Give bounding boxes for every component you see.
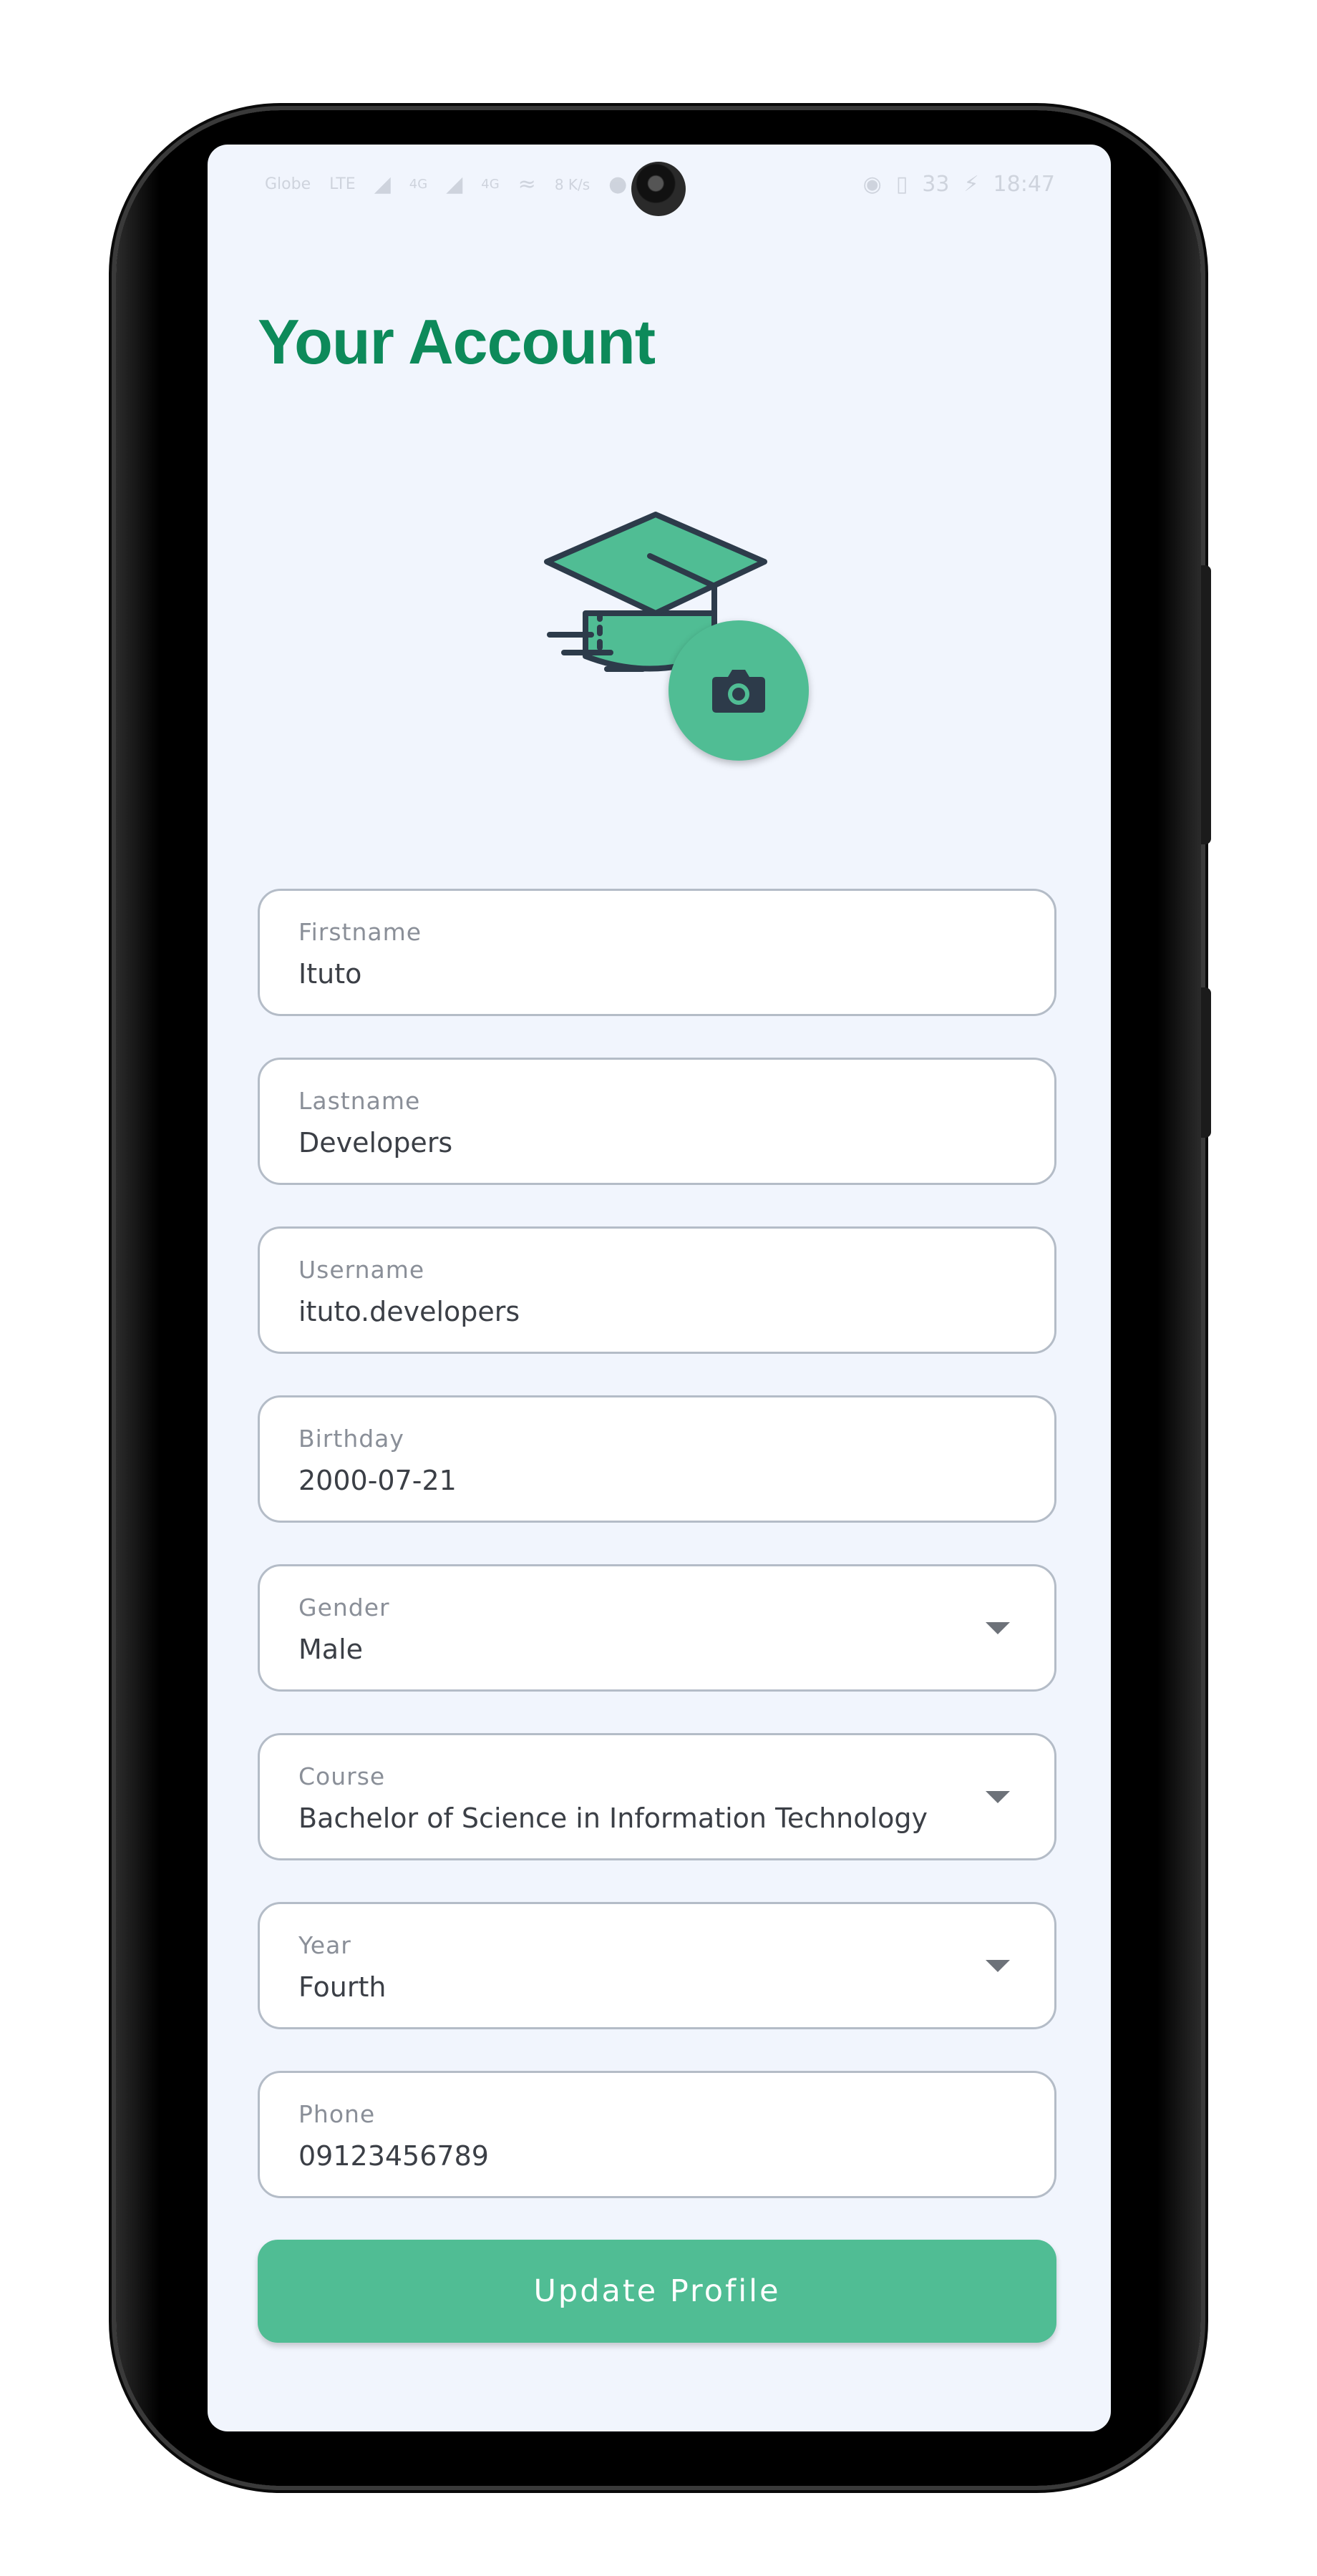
gender-select[interactable]: Gender Male <box>258 1564 1056 1692</box>
year-label: Year <box>298 1931 351 1959</box>
dropdown-arrow-icon[interactable] <box>986 1960 1010 1972</box>
change-photo-button[interactable] <box>669 620 809 761</box>
dropdown-arrow-icon[interactable] <box>986 1791 1010 1803</box>
username-field[interactable]: Username ituto.developers <box>258 1226 1056 1354</box>
username-value: ituto.developers <box>298 1296 520 1327</box>
network-label: LTE <box>329 175 356 193</box>
signal-label: 4G <box>481 177 500 192</box>
lastname-label: Lastname <box>298 1087 421 1115</box>
camera-icon <box>712 670 765 713</box>
signal-icon: ◢ <box>374 172 391 197</box>
messenger-icon: ● <box>608 172 628 197</box>
wifi-icon: ≈ <box>517 172 536 197</box>
birthday-value: 2000-07-21 <box>298 1465 457 1496</box>
eye-icon: ◉ <box>862 172 882 197</box>
lastname-field[interactable]: Lastname Developers <box>258 1058 1056 1185</box>
signal-icon: ◢ <box>446 172 463 197</box>
firstname-value: Ituto <box>298 958 362 990</box>
front-camera <box>631 162 686 216</box>
course-label: Course <box>298 1762 386 1790</box>
battery-label: 33 <box>922 172 950 197</box>
phone-label: Phone <box>298 2100 376 2128</box>
carrier-label: Globe <box>265 175 311 193</box>
lastname-value: Developers <box>298 1127 453 1158</box>
clock-label: 18:47 <box>993 172 1055 197</box>
update-profile-button[interactable]: Update Profile <box>258 2240 1056 2343</box>
volume-button <box>1201 565 1211 844</box>
firstname-label: Firstname <box>298 918 422 946</box>
year-value: Fourth <box>298 1971 387 2003</box>
battery-icon: ⚡ <box>963 172 979 197</box>
page-title: Your Account <box>258 306 656 377</box>
phone-value: 09123456789 <box>298 2140 489 2172</box>
update-profile-label: Update Profile <box>533 2273 781 2309</box>
power-button <box>1201 987 1211 1138</box>
username-label: Username <box>298 1256 425 1284</box>
signal-label: 4G <box>409 177 428 192</box>
course-select[interactable]: Course Bachelor of Science in Informatio… <box>258 1733 1056 1860</box>
phone-field[interactable]: Phone 09123456789 <box>258 2071 1056 2198</box>
birthday-field[interactable]: Birthday 2000-07-21 <box>258 1395 1056 1523</box>
year-select[interactable]: Year Fourth <box>258 1902 1056 2029</box>
course-value: Bachelor of Science in Information Techn… <box>298 1802 928 1834</box>
speed-label: 8 K/s <box>554 175 591 193</box>
gender-label: Gender <box>298 1594 390 1621</box>
gender-value: Male <box>298 1634 364 1665</box>
vibrate-icon: ▯ <box>895 172 908 197</box>
dropdown-arrow-icon[interactable] <box>986 1622 1010 1634</box>
birthday-label: Birthday <box>298 1425 404 1453</box>
firstname-field[interactable]: Firstname Ituto <box>258 889 1056 1016</box>
app-screen: Globe LTE ◢ 4G ◢ 4G ≈ 8 K/s ● ◉ ▯ 33 ⚡ 1… <box>208 145 1111 2431</box>
